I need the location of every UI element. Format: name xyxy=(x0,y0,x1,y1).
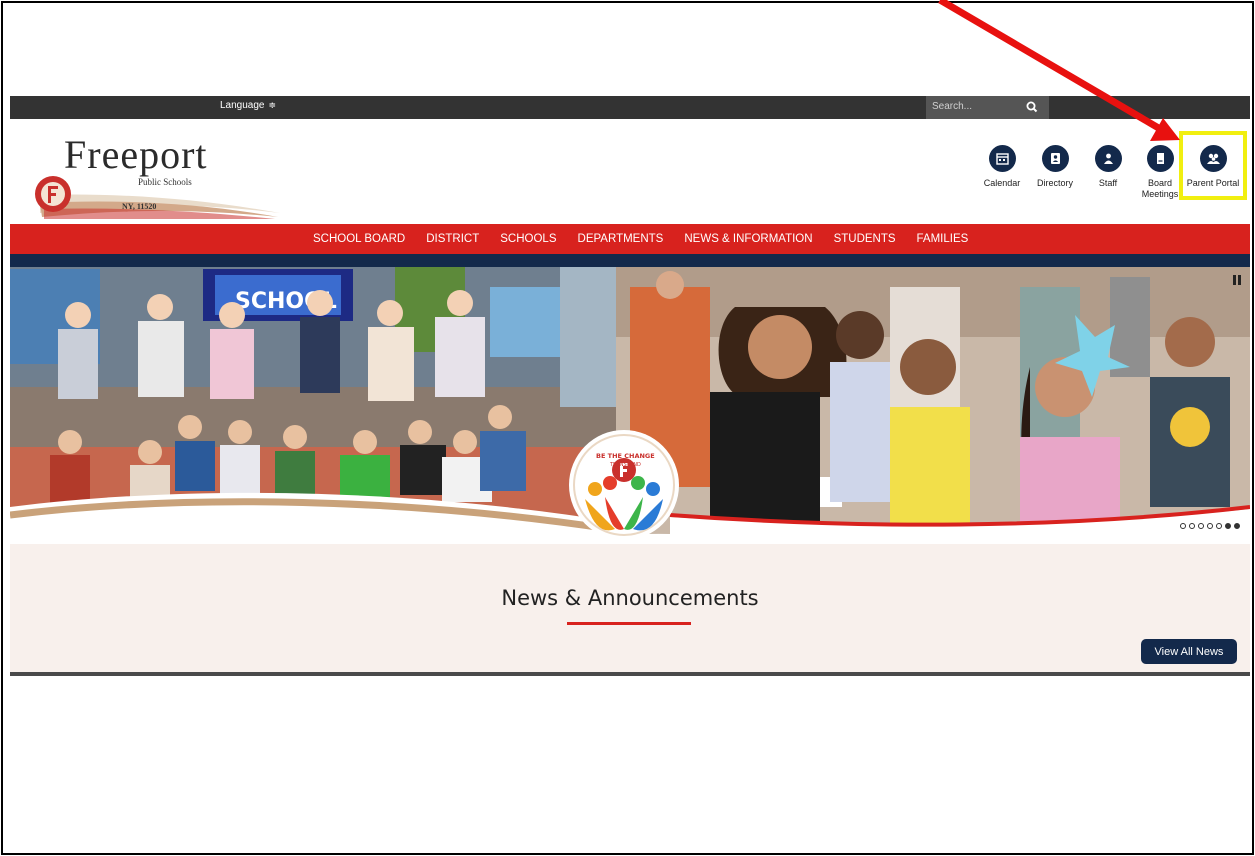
annotation-highlight-box xyxy=(1179,131,1247,200)
nav-item-news-information[interactable]: NEWS & INFORMATION xyxy=(684,233,812,245)
quick-link-label: Directory xyxy=(1036,178,1073,188)
directory-icon xyxy=(1041,145,1069,172)
sort-arrows-icon: ≑ xyxy=(268,100,277,110)
quick-link-directory[interactable]: Directory xyxy=(1027,145,1083,189)
quick-link-calendar[interactable]: Calendar xyxy=(974,145,1030,189)
nav-underbar xyxy=(10,254,1250,267)
nav-items: SCHOOL BOARD DISTRICT SCHOOLS DEPARTMENTS NE… xyxy=(313,224,989,254)
hero-image: SCHOOL BE THE CHANGE TRANSCEND xyxy=(10,267,1250,544)
slide-dot[interactable] xyxy=(1216,523,1222,529)
news-heading: News & Announcements xyxy=(501,586,759,610)
slide-indicators[interactable] xyxy=(1177,523,1240,529)
main-nav: SCHOOL BOARD DISTRICT SCHOOLS DEPARTMENTS NE… xyxy=(10,224,1250,254)
nav-item-students[interactable]: STUDENTS xyxy=(834,233,896,245)
site-header: Freeport Public Schools NY, 11520 Calend… xyxy=(10,119,1250,224)
nav-item-departments[interactable]: DEPARTMENTS xyxy=(578,233,664,245)
view-all-news-button[interactable]: View All News xyxy=(1141,639,1237,664)
pause-icon[interactable] xyxy=(1230,273,1244,287)
calendar-icon xyxy=(988,145,1016,172)
utility-bar: Language ≑ Search... xyxy=(10,96,1250,119)
badge-text-bottom: TRANSCEND xyxy=(609,462,641,468)
slide-dot[interactable] xyxy=(1180,523,1186,529)
search-icon[interactable] xyxy=(1025,100,1039,114)
search-box[interactable]: Search... xyxy=(926,96,1049,119)
news-section: News & Announcements View All News xyxy=(10,544,1250,676)
language-selector[interactable]: Language ≑ xyxy=(220,100,276,111)
nav-item-district[interactable]: DISTRICT xyxy=(426,233,479,245)
logo-location: NY, 11520 xyxy=(122,202,157,211)
slide-dot[interactable] xyxy=(1207,523,1213,529)
search-input[interactable]: Search... xyxy=(932,101,972,112)
badge-text-top: BE THE CHANGE xyxy=(596,452,655,460)
website: Language ≑ Search... Freeport Public Scho… xyxy=(10,96,1250,676)
language-label: Language xyxy=(220,100,265,111)
slide-dot[interactable] xyxy=(1189,523,1195,529)
district-logo[interactable]: Freeport Public Schools NY, 11520 xyxy=(30,127,280,219)
logo-title: Freeport xyxy=(64,132,208,177)
board-meetings-icon xyxy=(1146,145,1174,172)
slide-dot[interactable] xyxy=(1225,523,1231,529)
slide-dot[interactable] xyxy=(1198,523,1204,529)
heading-underline xyxy=(567,622,691,625)
logo-subtitle: Public Schools xyxy=(138,177,192,187)
seal-icon xyxy=(35,176,71,212)
news-strip xyxy=(10,672,1250,676)
nav-item-school-board[interactable]: SCHOOL BOARD xyxy=(313,233,405,245)
staff-icon xyxy=(1094,145,1122,172)
nav-item-families[interactable]: FAMILIES xyxy=(917,233,969,245)
slide-dot[interactable] xyxy=(1234,523,1240,529)
quick-link-label: Staff xyxy=(1098,178,1118,188)
hero-slideshow[interactable]: SCHOOL BE THE CHANGE TRANSCEND xyxy=(10,267,1250,544)
quick-link-label: Calendar xyxy=(983,178,1021,188)
quick-link-staff[interactable]: Staff xyxy=(1080,145,1136,189)
nav-item-schools[interactable]: SCHOOLS xyxy=(500,233,556,245)
